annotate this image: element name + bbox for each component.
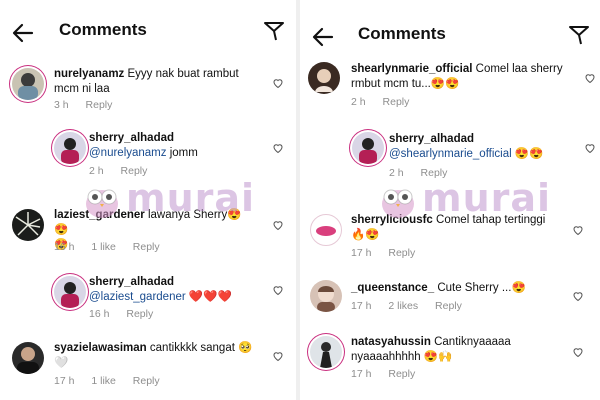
avatar[interactable]: [310, 280, 342, 312]
reply-button[interactable]: Reply: [435, 300, 462, 312]
like-count[interactable]: 1 like: [91, 375, 116, 387]
heart-icon[interactable]: [272, 219, 284, 231]
comment-time: 2 h: [389, 167, 404, 179]
avatar-photo: [18, 73, 38, 100]
heart-icon[interactable]: [572, 346, 584, 358]
page-title: Comments: [59, 20, 147, 39]
comment-time: 17 h: [351, 368, 372, 380]
comment-item: sherry_alhadad @shearlynmarie_official 😍…: [300, 128, 600, 182]
heart-icon[interactable]: [572, 290, 584, 302]
comment-username[interactable]: natasyahussin: [351, 336, 431, 348]
comment-username[interactable]: sherry_alhadad: [89, 131, 269, 146]
comments-panel-left: Comments nurelyanamz Eyyy nak buat rambu…: [0, 0, 295, 400]
comment-username[interactable]: laziest_gardener: [54, 209, 145, 221]
avatar[interactable]: [12, 209, 44, 241]
mention-link[interactable]: @nurelyanamz: [89, 147, 167, 159]
header-right: Comments: [300, 0, 600, 64]
share-icon[interactable]: [263, 20, 285, 42]
comment-text-line2: 🤍: [54, 357, 69, 369]
comment-text-line2: nyaaaahhhhh 😍🙌: [351, 351, 453, 363]
comment-username[interactable]: shearlynmarie_official: [351, 63, 472, 75]
comment-username[interactable]: _queenstance_: [351, 282, 434, 294]
comment-time: 16 h: [54, 241, 75, 253]
comment-item: sherryliciousfc Comel tahap tertinggi 🔥😍…: [300, 210, 600, 262]
comment-item: _queenstance_ Cute Sherry ...😍 17 h 2 li…: [300, 278, 600, 322]
avatar-photo: [359, 138, 377, 164]
comment-time: 17 h: [351, 300, 372, 312]
reply-button[interactable]: Reply: [126, 308, 153, 320]
header-left: Comments: [0, 0, 295, 64]
comment-text: Cute Sherry ...😍: [437, 282, 526, 294]
comment-item: shearlynmarie_official Comel laa sherry …: [300, 60, 600, 114]
comment-text-line2: 🔥😍: [351, 229, 380, 241]
avatar-photo: [17, 347, 39, 374]
avatar-photo: [61, 138, 79, 164]
back-arrow-icon[interactable]: [10, 20, 36, 46]
comment-username[interactable]: nurelyanamz: [54, 68, 124, 80]
comment-time: 2 h: [89, 165, 104, 177]
reply-button[interactable]: Reply: [383, 96, 410, 108]
avatar[interactable]: [54, 276, 86, 308]
avatar-photo: [15, 212, 41, 236]
reply-button[interactable]: Reply: [388, 368, 415, 380]
comment-text: ❤️❤️❤️: [188, 291, 232, 303]
comment-time: 3 h: [54, 99, 69, 111]
comment-item: natasyahussin Cantiknyaaaaa nyaaaahhhhh …: [300, 332, 600, 388]
comment-text: Cantiknyaaaaa: [434, 336, 511, 348]
comment-username[interactable]: sherryliciousfc: [351, 214, 433, 226]
heart-icon[interactable]: [272, 77, 284, 89]
comment-text: 😍😍: [514, 148, 544, 160]
comment-item: syazielawasiman cantikkkk sangat 🥺 🤍 17 …: [0, 338, 295, 394]
comment-item: sherry_alhadad @nurelyanamz jomm 2 h Rep…: [0, 128, 295, 180]
reply-button[interactable]: Reply: [86, 99, 113, 111]
reply-button[interactable]: Reply: [388, 247, 415, 259]
heart-icon[interactable]: [572, 224, 584, 236]
comment-time: 16 h: [89, 308, 110, 320]
avatar[interactable]: [310, 214, 342, 246]
reply-button[interactable]: Reply: [133, 375, 160, 387]
avatar[interactable]: [352, 132, 384, 164]
reply-button[interactable]: Reply: [133, 241, 160, 253]
comment-username[interactable]: syazielawasiman: [54, 342, 147, 354]
comment-username[interactable]: sherry_alhadad: [89, 275, 269, 290]
share-icon[interactable]: [568, 24, 590, 46]
like-count[interactable]: 2 likes: [388, 300, 418, 312]
comment-time: 17 h: [54, 375, 75, 387]
comment-text: cantikkkk sangat 🥺: [149, 342, 253, 354]
avatar-photo: [320, 342, 332, 368]
comment-time: 17 h: [351, 247, 372, 259]
heart-icon[interactable]: [584, 72, 596, 84]
heart-icon[interactable]: [272, 350, 284, 362]
page-title: Comments: [358, 24, 446, 43]
heart-icon[interactable]: [272, 142, 284, 154]
avatar[interactable]: [310, 336, 342, 368]
heart-icon[interactable]: [584, 142, 596, 154]
like-count[interactable]: 1 like: [91, 241, 116, 253]
avatar-photo: [61, 282, 79, 308]
reply-button[interactable]: Reply: [421, 167, 448, 179]
avatar-photo: [316, 226, 336, 236]
avatar[interactable]: [12, 342, 44, 374]
avatar-photo: [317, 286, 335, 312]
comment-text-line2: rmbut mcm tu...😍😍: [351, 78, 460, 90]
avatar[interactable]: [12, 68, 44, 100]
avatar-photo: [315, 69, 333, 92]
comment-time: 2 h: [351, 96, 366, 108]
comment-text: jomm: [169, 147, 198, 159]
comment-item: sherry_alhadad @laziest_gardener ❤️❤️❤️ …: [0, 272, 295, 324]
avatar[interactable]: [308, 62, 340, 94]
comments-panel-right: Comments shearlynmarie_official Comel la…: [300, 0, 600, 400]
comment-item: nurelyanamz Eyyy nak buat rambut mcm ni …: [0, 64, 295, 114]
mention-link[interactable]: @laziest_gardener: [89, 291, 186, 303]
reply-button[interactable]: Reply: [121, 165, 148, 177]
comment-username[interactable]: sherry_alhadad: [389, 132, 579, 147]
avatar[interactable]: [54, 132, 86, 164]
heart-icon[interactable]: [272, 284, 284, 296]
mention-link[interactable]: @shearlynmarie_official: [389, 148, 512, 160]
comment-text: Comel tahap tertinggi: [436, 214, 546, 226]
comment-item: laziest_gardener lawanya Sherry😍😍 😍 16 h…: [0, 205, 295, 257]
back-arrow-icon[interactable]: [310, 24, 336, 50]
comment-text: Comel laa sherry: [475, 63, 563, 75]
